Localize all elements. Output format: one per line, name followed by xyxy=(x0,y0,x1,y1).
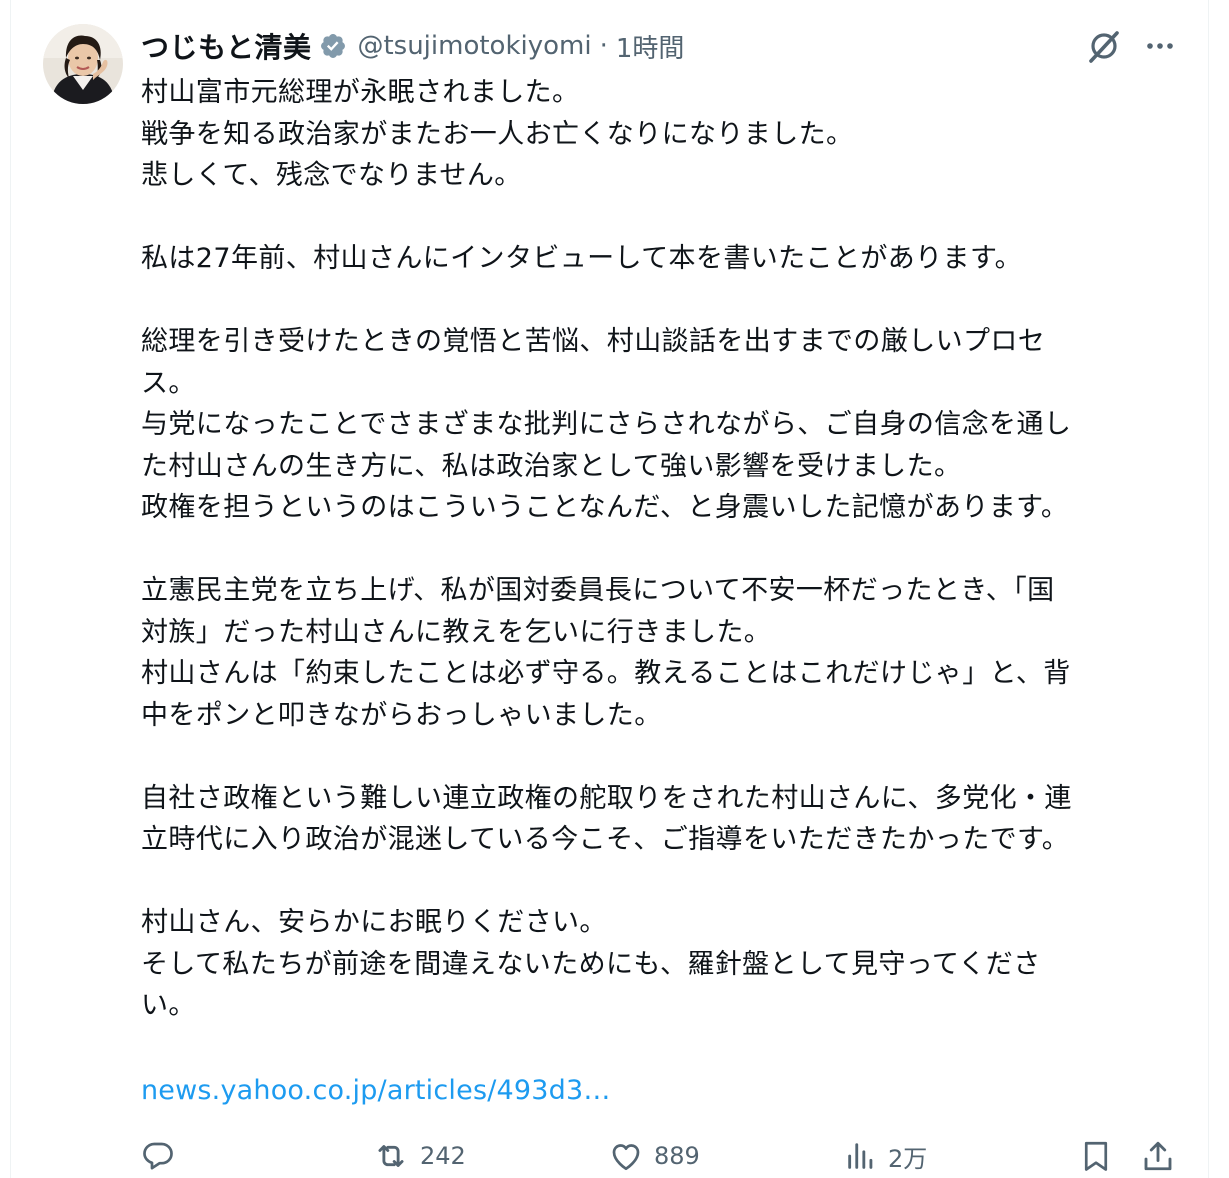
user-handle[interactable]: @tsujimotokiyomi xyxy=(357,31,591,61)
avatar[interactable] xyxy=(43,24,123,104)
display-name[interactable]: つじもと清美 xyxy=(141,26,311,66)
bookmark-button[interactable] xyxy=(1078,1134,1114,1178)
verified-badge-icon[interactable] xyxy=(319,32,347,60)
tweet-paragraph-6: 村山さん、安らかにお眠りください。 そして私たちが前途を間違えないためにも、羅針… xyxy=(141,907,1041,1021)
post-time[interactable]: 1時間 xyxy=(616,28,685,65)
heart-icon xyxy=(612,1144,640,1171)
views-button[interactable]: 2万 xyxy=(844,1134,927,1178)
tweet-paragraph-5: 自社さ政権という難しい連立政権の舵取りをされた村山さんに、多党化・連 立時代に入… xyxy=(141,782,1072,856)
tweet-header: つじもと清美 @tsujimotokiyomi · 1時間 xyxy=(141,26,684,66)
avatar-photo xyxy=(43,24,123,104)
right-border xyxy=(1208,0,1209,1178)
share-button[interactable] xyxy=(1140,1134,1176,1178)
views-icon xyxy=(848,1143,873,1169)
tweet-paragraph-3: 総理を引き受けたときの覚悟と苦悩、村山談話を出すまでの厳しいプロセ ス。 与党に… xyxy=(141,326,1072,523)
separator-dot: · xyxy=(599,31,608,61)
more-icon xyxy=(1147,43,1173,49)
more-button[interactable] xyxy=(1138,26,1182,66)
tweet-paragraph-4: 立憲民主党を立ち上げ、私が国対委員長について不安一杯だったとき、「国 対族」だっ… xyxy=(141,575,1071,731)
tweet-text: 村山富市元総理が永眠されました。 戦争を知る政治家がまたお一人お亡くなりになりま… xyxy=(141,72,1171,1027)
view-count: 2万 xyxy=(888,1144,928,1173)
share-icon xyxy=(1144,1141,1172,1171)
reply-icon xyxy=(143,1142,173,1170)
left-border xyxy=(10,0,11,1178)
like-count: 889 xyxy=(654,1142,700,1170)
article-link[interactable]: news.yahoo.co.jp/articles/493d3… xyxy=(141,1070,611,1111)
tweet-paragraph-2: 私は27年前、村山さんにインタビューして本を書いたことがあります。 xyxy=(141,243,1023,274)
like-button[interactable]: 889 xyxy=(608,1134,700,1178)
bookmark-icon xyxy=(1084,1141,1108,1171)
repost-icon xyxy=(378,1145,404,1167)
repost-button[interactable]: 242 xyxy=(372,1134,466,1178)
reply-button[interactable] xyxy=(140,1134,176,1178)
grok-icon xyxy=(1089,31,1119,63)
repost-count: 242 xyxy=(420,1142,466,1170)
tweet-paragraph-1: 村山富市元総理が永眠されました。 戦争を知る政治家がまたお一人お亡くなりになりま… xyxy=(141,77,854,191)
grok-button[interactable] xyxy=(1082,26,1126,66)
